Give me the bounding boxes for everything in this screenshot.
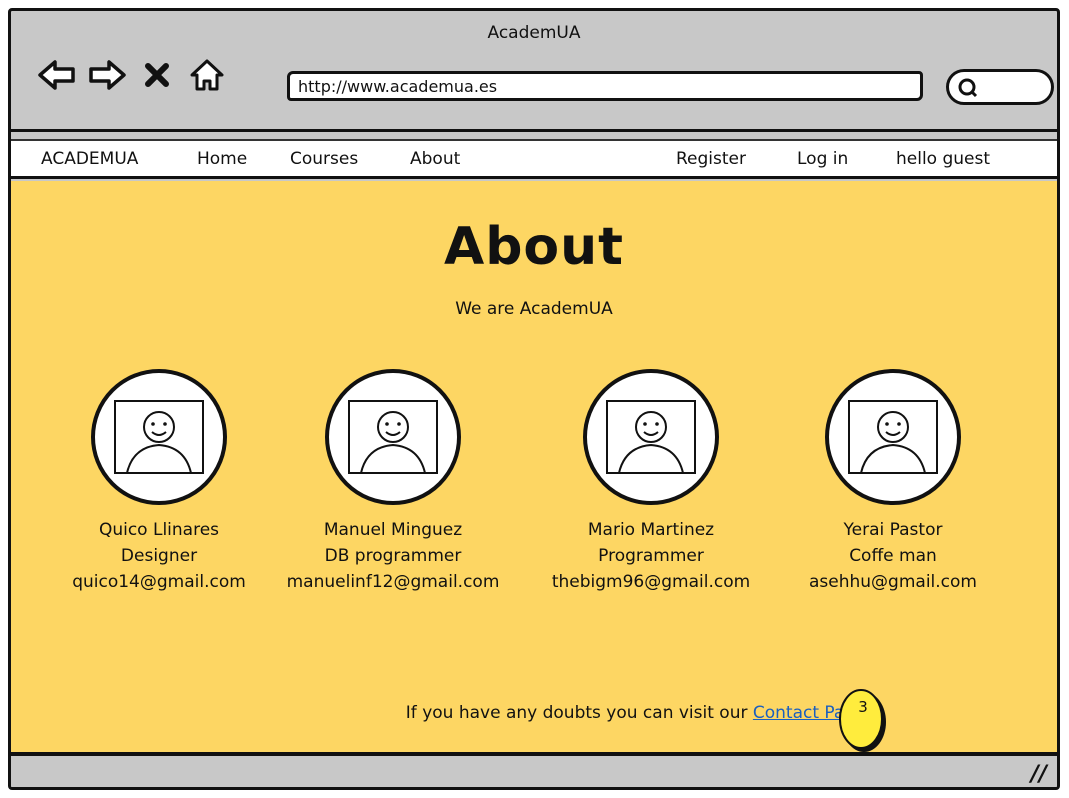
member-name: Quico Llinares	[98, 520, 220, 540]
about-content: About We are AcademUA Quico Llinares Des…	[11, 181, 1057, 756]
nav-courses[interactable]: Courses	[290, 149, 358, 169]
page-title: About	[443, 217, 625, 277]
close-icon[interactable]	[137, 55, 177, 95]
status-bar: //	[11, 756, 1057, 787]
annotation-badge: 3	[837, 686, 889, 756]
member-email: asehhu@gmail.com	[809, 572, 977, 592]
avatar	[91, 369, 227, 505]
team-member-card: Quico Llinares Designer quico14@gmail.co…	[29, 369, 289, 595]
member-role: Designer	[120, 546, 198, 566]
member-role: Coffe man	[849, 546, 937, 566]
contact-line: If you have any doubts you can visit our…	[11, 703, 871, 723]
browser-nav-icons	[37, 55, 227, 95]
avatar	[825, 369, 961, 505]
back-arrow-icon[interactable]	[37, 55, 77, 95]
avatar	[583, 369, 719, 505]
search-field[interactable]	[946, 69, 1054, 105]
page-subtitle: We are AcademUA	[455, 299, 613, 319]
avatar	[325, 369, 461, 505]
search-icon	[957, 77, 981, 103]
nav-about[interactable]: About	[410, 149, 460, 169]
member-name: Mario Martinez	[587, 520, 715, 540]
nav-login[interactable]: Log in	[797, 149, 848, 169]
person-icon	[606, 400, 696, 474]
nav-register[interactable]: Register	[676, 149, 746, 169]
member-role: DB programmer	[324, 546, 462, 566]
member-role: Programmer	[598, 546, 704, 566]
toolbar-divider	[11, 129, 1057, 132]
nav-greeting: hello guest	[896, 149, 991, 169]
team-member-card: Yerai Pastor Coffe man asehhu@gmail.com	[763, 369, 1023, 595]
member-email: quico14@gmail.com	[72, 572, 246, 592]
browser-window: AcademUA http://www.academua.es ACADEMUA…	[8, 8, 1060, 790]
nav-home[interactable]: Home	[197, 149, 247, 169]
nav-brand[interactable]: ACADEMUA	[41, 149, 138, 169]
home-icon[interactable]	[187, 55, 227, 95]
person-icon	[848, 400, 938, 474]
contact-text: If you have any doubts you can visit our	[405, 703, 748, 723]
member-name: Manuel Minguez	[323, 520, 463, 540]
member-email: thebigm96@gmail.com	[551, 572, 751, 592]
member-email: manuelinf12@gmail.com	[286, 572, 500, 592]
resize-grip-icon[interactable]: //	[1031, 762, 1047, 787]
site-navbar: ACADEMUA Home Courses About Register Log…	[11, 139, 1057, 179]
member-name: Yerai Pastor	[843, 520, 943, 540]
badge-count: 3	[858, 698, 868, 716]
address-bar[interactable]: http://www.academua.es	[287, 71, 923, 101]
person-icon	[114, 400, 204, 474]
team-member-card: Mario Martinez Programmer thebigm96@gmai…	[521, 369, 781, 595]
person-icon	[348, 400, 438, 474]
window-title: AcademUA	[487, 23, 581, 43]
team-member-card: Manuel Minguez DB programmer manuelinf12…	[263, 369, 523, 595]
forward-arrow-icon[interactable]	[87, 55, 127, 95]
